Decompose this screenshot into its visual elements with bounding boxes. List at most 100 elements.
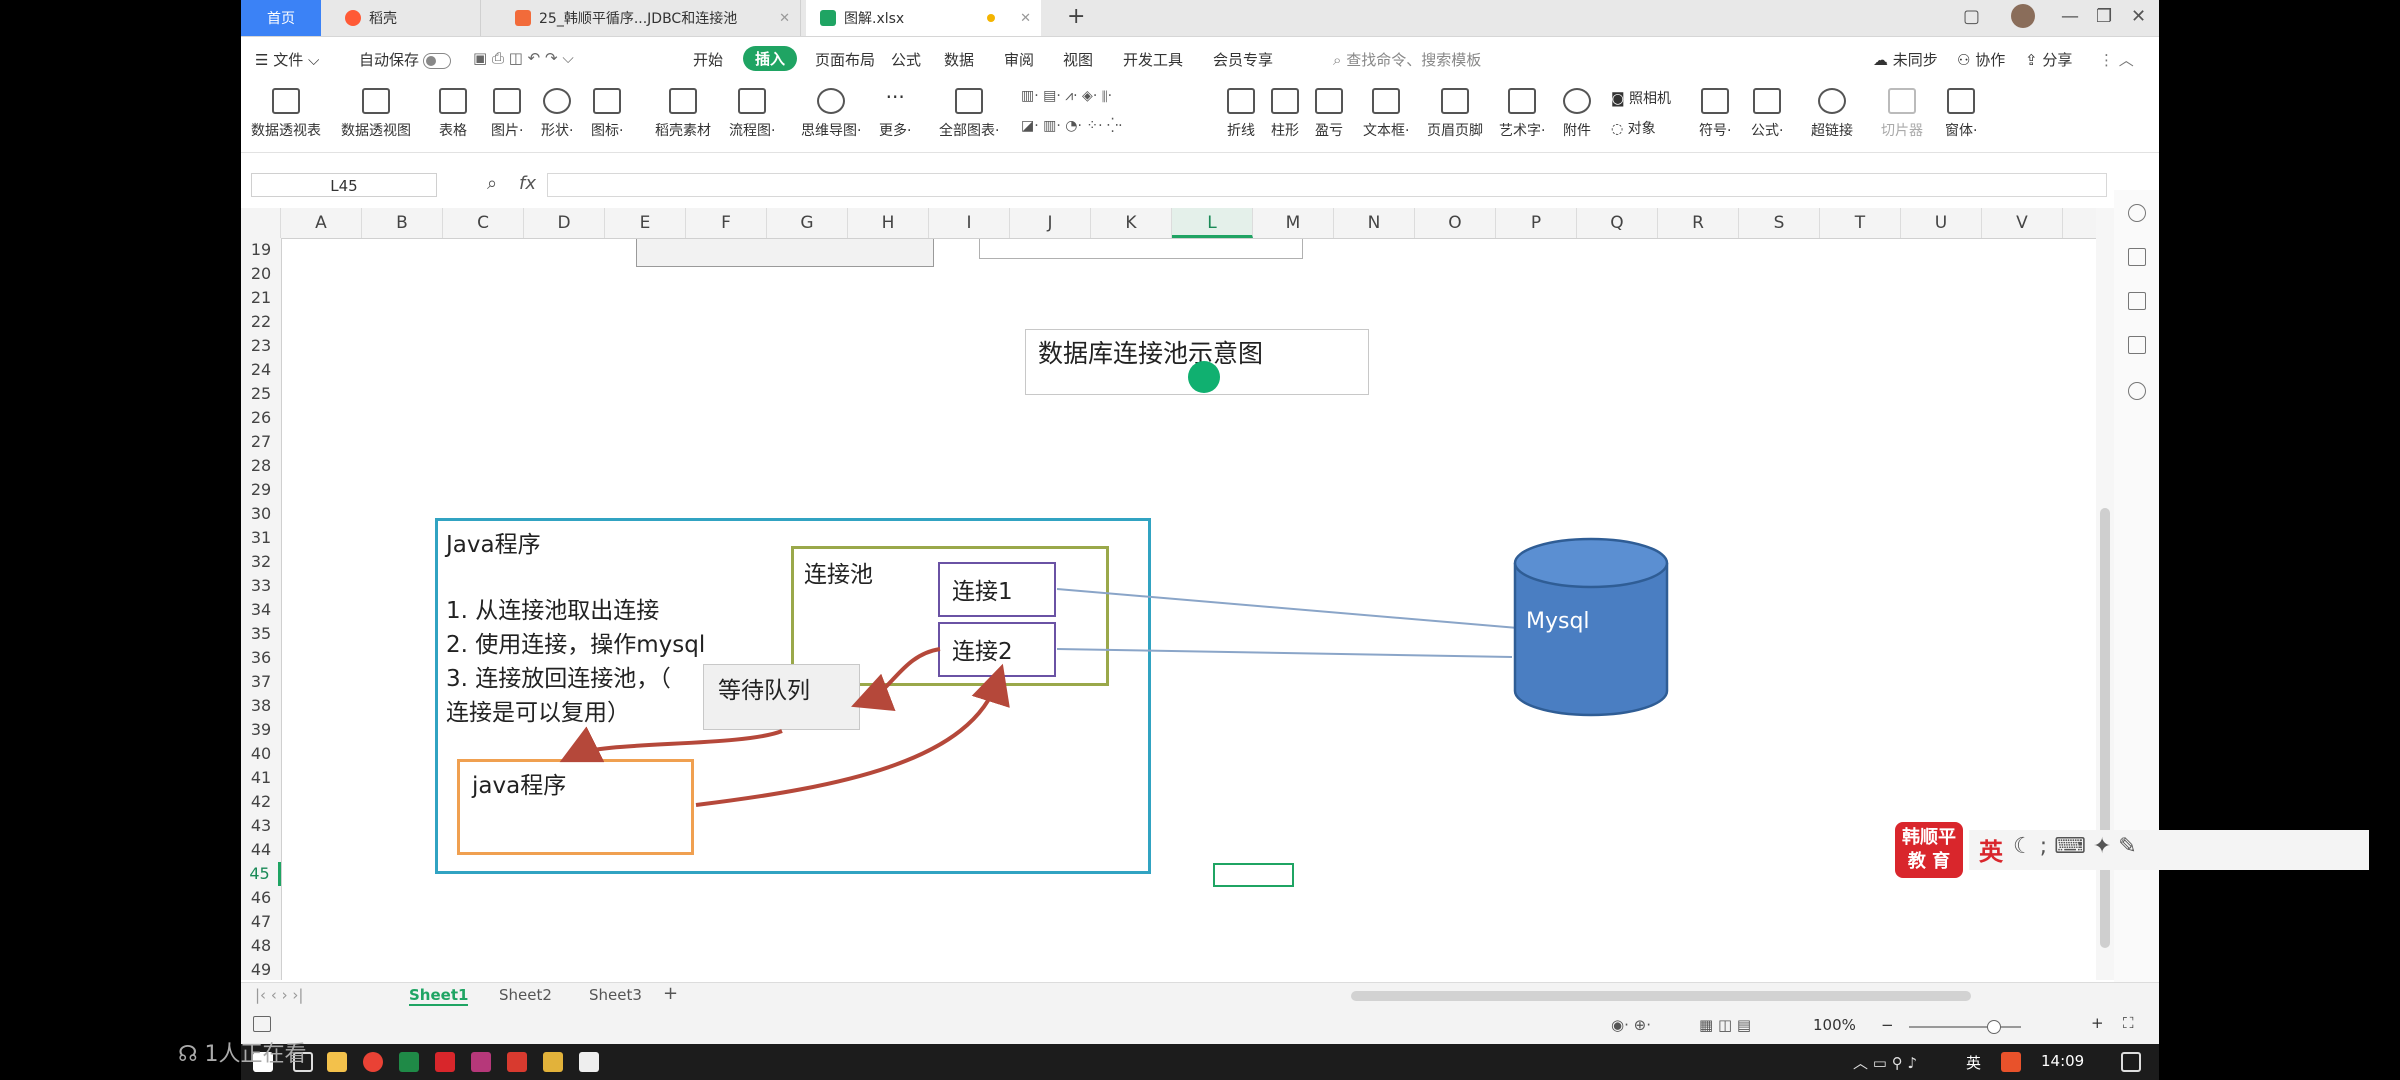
- shape-button[interactable]: 形状·: [541, 86, 573, 140]
- menu-view[interactable]: 视图: [1063, 49, 1093, 70]
- row-header[interactable]: 44: [241, 838, 281, 862]
- row-header[interactable]: 49: [241, 958, 281, 982]
- notepad-icon[interactable]: [543, 1052, 563, 1072]
- close-window-icon[interactable]: ✕: [2131, 6, 2146, 27]
- tab-docer[interactable]: 稻壳: [331, 0, 481, 36]
- header-footer-button[interactable]: 页眉页脚: [1427, 86, 1483, 140]
- add-sheet-icon[interactable]: +: [663, 983, 678, 1004]
- table-button[interactable]: 表格: [439, 86, 467, 140]
- col-header-b[interactable]: B: [362, 208, 443, 238]
- more-menu-icon[interactable]: ⋮ ︿: [2099, 49, 2134, 70]
- tab-xlsx[interactable]: 图解.xlsx ✕: [806, 0, 1041, 36]
- sheet-tab-1[interactable]: Sheet1: [409, 986, 469, 1006]
- file-explorer-icon[interactable]: [327, 1052, 347, 1072]
- settings-sliders-icon[interactable]: [2128, 292, 2146, 310]
- new-tab-plus-icon[interactable]: +: [1067, 4, 1085, 29]
- all-charts-button[interactable]: 全部图表·: [939, 86, 999, 140]
- tray-app-icon[interactable]: [2001, 1052, 2021, 1072]
- row-header[interactable]: 20: [241, 262, 281, 286]
- share-button[interactable]: ⇪ 分享: [2025, 49, 2072, 70]
- menu-page-layout[interactable]: 页面布局: [815, 49, 875, 70]
- picture-button[interactable]: 图片·: [491, 86, 523, 140]
- col-header-n[interactable]: N: [1334, 208, 1415, 238]
- row-header[interactable]: 27: [241, 430, 281, 454]
- row-header[interactable]: 37: [241, 670, 281, 694]
- col-header-k[interactable]: K: [1091, 208, 1172, 238]
- row-header[interactable]: 23: [241, 334, 281, 358]
- icons-button[interactable]: 图标·: [591, 86, 623, 140]
- pivot-table-button[interactable]: 数据透视表: [251, 86, 321, 140]
- selected-cell-l45[interactable]: [1213, 863, 1294, 887]
- col-header-a[interactable]: A: [281, 208, 362, 238]
- col-header-d[interactable]: D: [524, 208, 605, 238]
- textbox-button[interactable]: 文本框·: [1363, 86, 1409, 140]
- col-header-h[interactable]: H: [848, 208, 929, 238]
- more-button[interactable]: ··· 更多·: [879, 86, 911, 140]
- col-header-u[interactable]: U: [1901, 208, 1982, 238]
- camera-button[interactable]: ◙ 照相机: [1611, 88, 1671, 108]
- autosave-toggle[interactable]: 自动保存: [359, 49, 452, 70]
- view-mode-icons[interactable]: ▦ ◫ ▤: [1699, 1016, 1751, 1034]
- row-header[interactable]: 46: [241, 886, 281, 910]
- notification-icon[interactable]: [2121, 1052, 2141, 1072]
- help-icon[interactable]: [2128, 382, 2146, 400]
- row-header[interactable]: 34: [241, 598, 281, 622]
- select-all-corner[interactable]: [241, 208, 281, 238]
- row-header[interactable]: 19: [241, 238, 281, 262]
- col-header-g[interactable]: G: [767, 208, 848, 238]
- col-header-v[interactable]: V: [1982, 208, 2063, 238]
- sheet-tab-2[interactable]: Sheet2: [499, 986, 552, 1004]
- equation-button[interactable]: 公式·: [1751, 86, 1783, 140]
- row-header-selected[interactable]: 45: [241, 862, 281, 886]
- file-menu[interactable]: ☰ 文件 ⌵: [255, 49, 319, 70]
- close-icon[interactable]: ✕: [779, 11, 790, 26]
- tabs-count-icon[interactable]: ▢: [1963, 6, 1980, 27]
- eye-protect-icon[interactable]: ◉· ⊕·: [1611, 1016, 1651, 1034]
- name-box[interactable]: L45: [251, 173, 437, 197]
- vertical-scroll-thumb[interactable]: [2100, 508, 2110, 948]
- row-header[interactable]: 33: [241, 574, 281, 598]
- row-header[interactable]: 31: [241, 526, 281, 550]
- col-header-o[interactable]: O: [1415, 208, 1496, 238]
- col-header-r[interactable]: R: [1658, 208, 1739, 238]
- col-header-c[interactable]: C: [443, 208, 524, 238]
- clip-icon[interactable]: [2128, 336, 2146, 354]
- row-header[interactable]: 42: [241, 790, 281, 814]
- sparkline-winloss-button[interactable]: 盈亏: [1315, 86, 1343, 140]
- row-header[interactable]: 29: [241, 478, 281, 502]
- search-command[interactable]: ⌕ 查找命令、搜索模板: [1333, 49, 1481, 70]
- object-button[interactable]: ◌ 对象: [1611, 118, 1656, 138]
- row-header[interactable]: 48: [241, 934, 281, 958]
- col-header-p[interactable]: P: [1496, 208, 1577, 238]
- tab-home[interactable]: 首页: [241, 0, 321, 36]
- menu-insert[interactable]: 插入: [743, 46, 798, 71]
- fullscreen-icon[interactable]: ⛶: [2123, 1014, 2134, 1032]
- col-header-q[interactable]: Q: [1577, 208, 1658, 238]
- style-icon[interactable]: [2128, 204, 2146, 222]
- wordart-button[interactable]: 艺术字·: [1499, 86, 1545, 140]
- ide-icon[interactable]: [471, 1052, 491, 1072]
- row-header[interactable]: 36: [241, 646, 281, 670]
- zoom-in-icon[interactable]: +: [2091, 1014, 2104, 1032]
- row-header[interactable]: 32: [241, 550, 281, 574]
- minimize-icon[interactable]: —: [2061, 6, 2079, 27]
- row-header[interactable]: 21: [241, 286, 281, 310]
- macro-record-icon[interactable]: [253, 1016, 271, 1032]
- row-header[interactable]: 40: [241, 742, 281, 766]
- row-header[interactable]: 30: [241, 502, 281, 526]
- chrome-icon[interactable]: [363, 1052, 383, 1072]
- row-header[interactable]: 38: [241, 694, 281, 718]
- quick-access-icons[interactable]: ▣ ⎙ ◫ ↶ ↷ ⌵: [473, 49, 574, 67]
- sheet-tab-3[interactable]: Sheet3: [589, 986, 642, 1004]
- chart-type-icons[interactable]: ▥· ▤· ⩘· ◈· ⫴·: [1021, 88, 1112, 104]
- row-header[interactable]: 35: [241, 622, 281, 646]
- terminal-icon[interactable]: [579, 1052, 599, 1072]
- mindmap-button[interactable]: 思维导图·: [801, 86, 861, 140]
- zoom-slider-thumb[interactable]: [1987, 1020, 2001, 1034]
- menu-member[interactable]: 会员专享: [1213, 49, 1273, 70]
- col-header-s[interactable]: S: [1739, 208, 1820, 238]
- avatar[interactable]: [2011, 4, 2035, 28]
- form-button[interactable]: 窗体·: [1945, 86, 1977, 140]
- xmind-icon[interactable]: [435, 1052, 455, 1072]
- ime-indicator[interactable]: 英: [1966, 1052, 1981, 1073]
